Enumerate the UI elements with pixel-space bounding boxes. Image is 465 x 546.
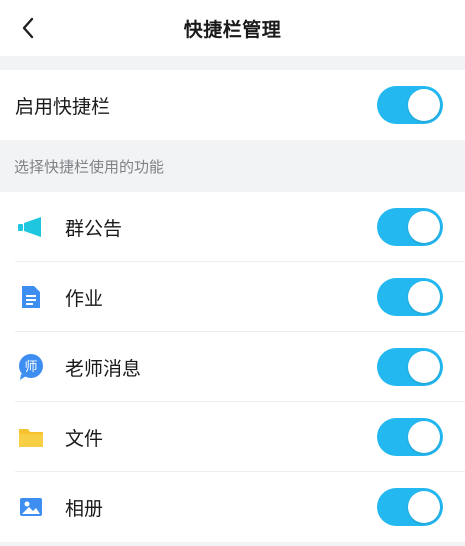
svg-text:师: 师 [24, 360, 37, 375]
toggle-knob [408, 491, 440, 523]
section-title: 选择快捷栏使用的功能 [14, 157, 165, 176]
feature-row-announcement: 群公告 [0, 192, 465, 262]
toggle-knob [408, 211, 440, 243]
feature-label: 相册 [65, 497, 104, 520]
feature-toggle-homework[interactable] [377, 278, 443, 316]
back-button[interactable] [8, 8, 48, 48]
enable-shortcut-bar-row: 启用快捷栏 [0, 70, 465, 140]
toggle-knob [408, 351, 440, 383]
teacher-message-icon: 师 [15, 351, 47, 383]
toggle-knob [408, 281, 440, 313]
feature-row-homework: 作业 [0, 262, 465, 332]
photo-album-icon [15, 491, 47, 523]
toggle-knob [408, 89, 440, 121]
feature-label: 老师消息 [65, 357, 142, 380]
feature-label: 文件 [65, 427, 104, 450]
feature-toggle-files[interactable] [377, 418, 443, 456]
feature-label: 群公告 [65, 217, 123, 240]
feature-toggle-album[interactable] [377, 488, 443, 526]
feature-row-teacher-message: 师 老师消息 [0, 332, 465, 402]
feature-label: 作业 [65, 287, 104, 310]
enable-shortcut-bar-label: 启用快捷栏 [15, 95, 111, 118]
folder-icon [15, 421, 47, 453]
megaphone-icon [15, 211, 47, 243]
screen: 快捷栏管理 启用快捷栏 选择快捷栏使用的功能 群公告 作业 师 老师消息 文件 … [0, 0, 465, 546]
feature-toggle-teacher-message[interactable] [377, 348, 443, 386]
feature-row-files: 文件 [0, 402, 465, 472]
chevron-left-icon [22, 17, 34, 39]
page-title: 快捷栏管理 [183, 18, 282, 41]
navigation-bar: 快捷栏管理 [0, 0, 465, 56]
toggle-knob [408, 421, 440, 453]
feature-row-album: 相册 [0, 472, 465, 542]
enable-shortcut-bar-toggle[interactable] [377, 86, 443, 124]
document-icon [15, 281, 47, 313]
feature-toggle-announcement[interactable] [377, 208, 443, 246]
